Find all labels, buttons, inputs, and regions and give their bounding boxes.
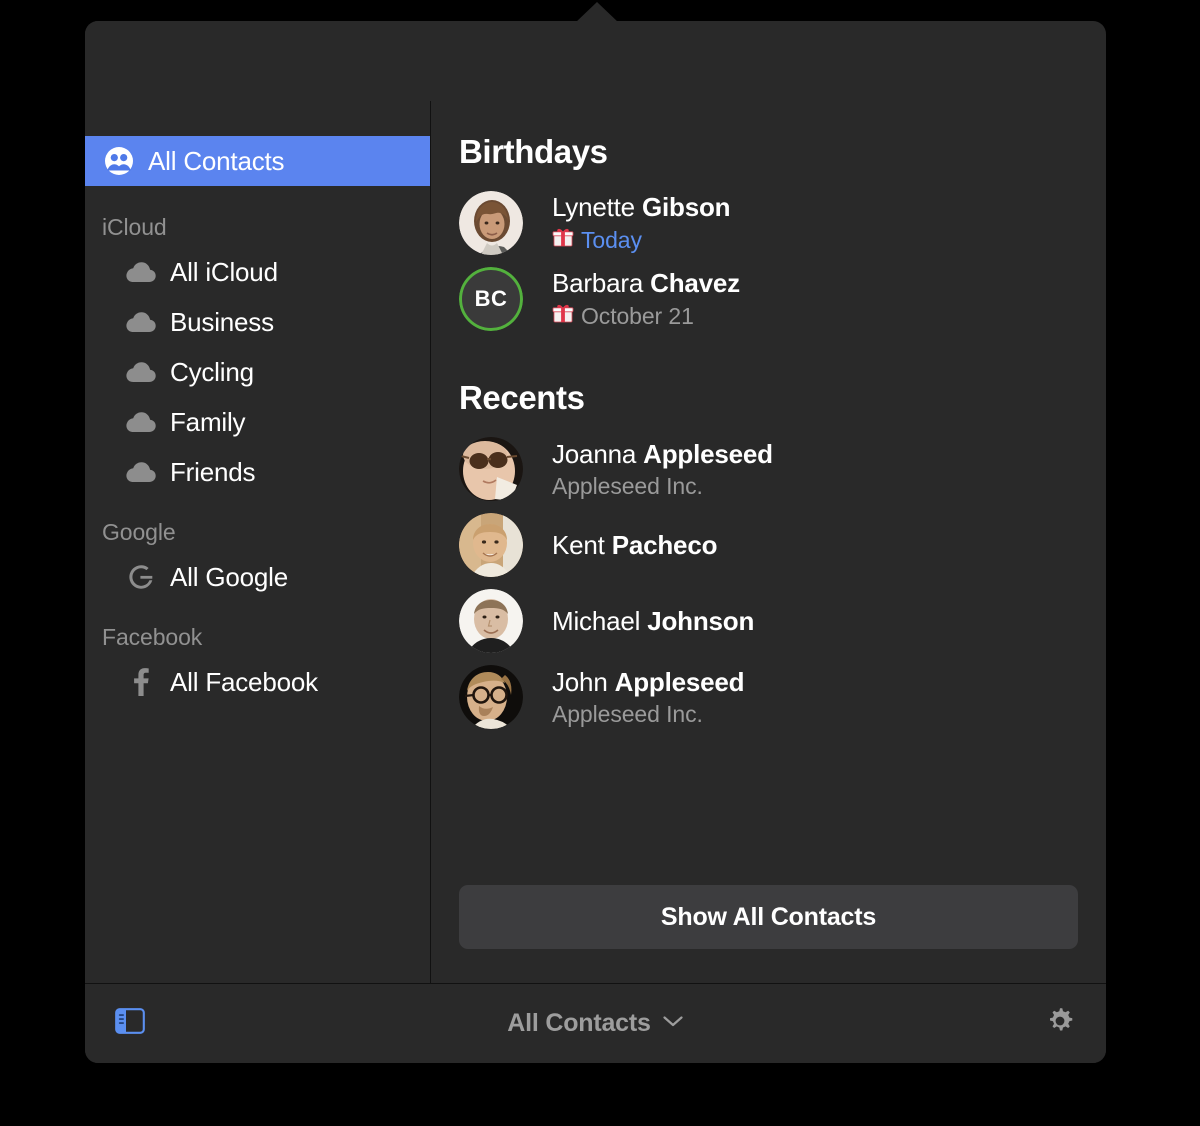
- main-content: Birthdays Lynette Gibson Today BC Barbar…: [431, 21, 1106, 983]
- contacts-popover-panel: All Contacts iCloud All iCloud Business: [85, 21, 1106, 1063]
- screen: All Contacts iCloud All iCloud Business: [0, 0, 1200, 1126]
- sidebar-item-all-facebook[interactable]: All Facebook: [85, 657, 431, 707]
- contact-name: Joanna Appleseed: [552, 439, 773, 470]
- sidebar-item-label: Friends: [170, 456, 256, 487]
- google-g-icon: [120, 563, 162, 591]
- sidebar-item-label: All iCloud: [170, 256, 278, 287]
- toolbar-right: [1044, 1005, 1076, 1042]
- sidebar-item-label: All Google: [170, 561, 288, 592]
- two-people-icon: [102, 146, 136, 176]
- last-name: Appleseed: [614, 666, 745, 697]
- recent-list-item[interactable]: Joanna Appleseed Appleseed Inc.: [459, 431, 1078, 507]
- birthday-list-item[interactable]: BC Barbara Chavez October 21: [459, 261, 1078, 337]
- sidebar-item-family[interactable]: Family: [85, 397, 431, 447]
- recent-list-item[interactable]: Michael Johnson: [459, 583, 1078, 659]
- last-name: Gibson: [641, 192, 731, 222]
- contact-company: Appleseed Inc.: [552, 472, 703, 499]
- toolbar-left: [115, 1008, 145, 1039]
- recents-section-title: Recents: [459, 379, 585, 416]
- facebook-f-icon: [120, 667, 162, 697]
- sidebar-item-all-google[interactable]: All Google: [85, 552, 431, 602]
- sidebar-group-header-google: Google: [102, 519, 176, 545]
- cloud-icon: [120, 461, 162, 483]
- first-name: Lynette: [552, 192, 635, 222]
- contact-meta: Lynette Gibson Today: [552, 192, 731, 254]
- cloud-icon: [120, 311, 162, 333]
- popover-body: All Contacts iCloud All iCloud Business: [85, 21, 1106, 983]
- birthday-date: October 21: [581, 302, 694, 329]
- last-name: Chavez: [650, 268, 740, 298]
- cloud-icon: [120, 411, 162, 433]
- sidebar-item-all-contacts[interactable]: All Contacts: [85, 136, 431, 186]
- sidebar-divider: [430, 101, 431, 983]
- sidebar-item-label: Cycling: [170, 356, 254, 387]
- contact-meta: Kent Pacheco: [552, 530, 717, 561]
- avatar: BC: [459, 267, 523, 331]
- gear-icon[interactable]: [1044, 1005, 1076, 1042]
- cloud-icon: [120, 261, 162, 283]
- avatar: [459, 589, 523, 653]
- show-all-contacts-button[interactable]: Show All Contacts: [459, 885, 1078, 949]
- first-name: John: [552, 666, 608, 697]
- sidebar-item-friends[interactable]: Friends: [85, 447, 431, 497]
- sidebar-item-cycling[interactable]: Cycling: [85, 347, 431, 397]
- first-name: Kent: [552, 529, 605, 560]
- contact-meta: Michael Johnson: [552, 606, 754, 637]
- avatar: [459, 513, 523, 577]
- sidebar-group-header-facebook: Facebook: [102, 624, 203, 650]
- contact-meta: John Appleseed Appleseed Inc.: [552, 666, 745, 728]
- sidebar-group-header-icloud: iCloud: [102, 214, 167, 240]
- gift-icon: [552, 226, 574, 254]
- sidebar-item-all-icloud[interactable]: All iCloud: [85, 247, 431, 297]
- contact-meta: Joanna Appleseed Appleseed Inc.: [552, 439, 773, 500]
- last-name: Johnson: [647, 605, 755, 636]
- birthday-date: Today: [581, 226, 642, 253]
- contact-name: Michael Johnson: [552, 606, 754, 637]
- birthday-date-row: October 21: [552, 302, 740, 330]
- gift-icon: [552, 302, 574, 330]
- first-name: Barbara: [552, 268, 644, 298]
- contact-name: Barbara Chavez: [552, 268, 740, 299]
- birthdays-section-title: Birthdays: [459, 133, 608, 170]
- recent-list-item[interactable]: Kent Pacheco: [459, 507, 1078, 583]
- sidebar: All Contacts iCloud All iCloud Business: [85, 21, 431, 983]
- main-spacer: [459, 735, 1078, 885]
- sidebar-item-business[interactable]: Business: [85, 297, 431, 347]
- contact-name: Kent Pacheco: [552, 530, 717, 561]
- contact-name: Lynette Gibson: [552, 192, 731, 223]
- contact-meta: Barbara Chavez October 21: [552, 268, 740, 330]
- birthday-date-row: Today: [552, 226, 730, 254]
- avatar: [459, 191, 523, 255]
- recent-list-item[interactable]: John Appleseed Appleseed Inc.: [459, 659, 1078, 735]
- birthday-list-item[interactable]: Lynette Gibson Today: [459, 185, 1078, 261]
- sidebar-item-label: All Facebook: [170, 666, 318, 697]
- avatar: [459, 437, 523, 501]
- toolbar-group-selector[interactable]: All Contacts: [85, 1009, 1106, 1038]
- last-name: Appleseed: [643, 438, 773, 469]
- chevron-down-icon: [662, 1014, 684, 1033]
- avatar: [459, 665, 523, 729]
- avatar-monogram: BC: [459, 267, 523, 331]
- sidebar-item-label: Family: [170, 406, 246, 437]
- first-name: Joanna: [552, 438, 637, 469]
- cloud-icon: [120, 361, 162, 383]
- last-name: Pacheco: [611, 529, 718, 560]
- contact-name: John Appleseed: [552, 666, 745, 698]
- sidebar-item-label: All Contacts: [148, 145, 285, 176]
- sidebar-item-label: Business: [170, 306, 274, 337]
- sidebar-toggle-icon[interactable]: [115, 1008, 145, 1039]
- toolbar-group-label: All Contacts: [507, 1009, 651, 1037]
- bottom-toolbar: All Contacts: [85, 983, 1106, 1063]
- contact-company: Appleseed Inc.: [552, 700, 703, 727]
- first-name: Michael: [552, 605, 641, 636]
